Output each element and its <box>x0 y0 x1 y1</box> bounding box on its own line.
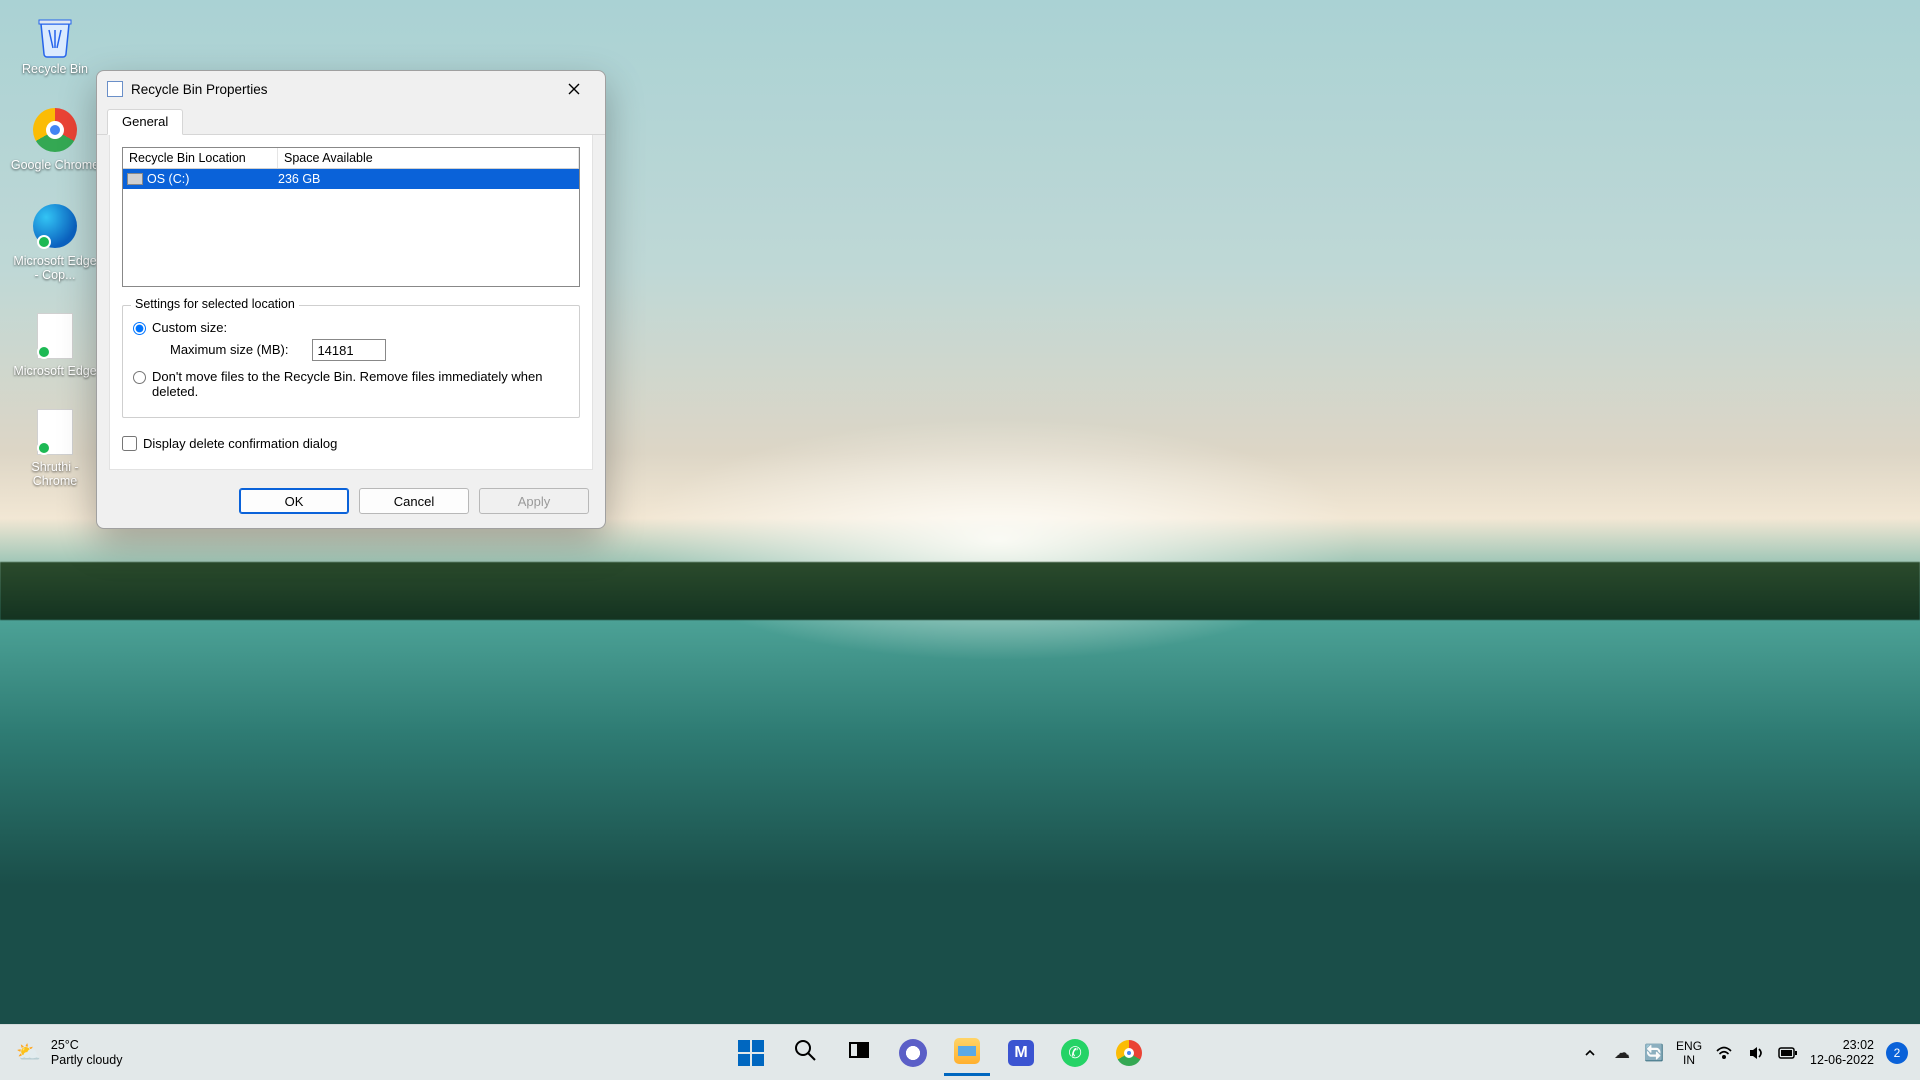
radio-dont-move-row: Don't move files to the Recycle Bin. Rem… <box>133 365 569 403</box>
apply-button: Apply <box>479 488 589 514</box>
taskbar-app-teams[interactable] <box>890 1030 936 1076</box>
confirm-label: Display delete confirmation dialog <box>143 436 337 451</box>
list-header: Recycle Bin Location Space Available <box>123 148 579 169</box>
confirm-checkbox-row: Display delete confirmation dialog <box>122 436 580 451</box>
recycle-bin-properties-dialog: Recycle Bin Properties General Recycle B… <box>96 70 606 529</box>
group-legend: Settings for selected location <box>131 297 299 311</box>
col-space[interactable]: Space Available <box>278 148 579 168</box>
recycle-bin-small-icon <box>107 81 123 97</box>
confirm-checkbox[interactable] <box>122 436 137 451</box>
tray-icon-update[interactable]: 🔄 <box>1644 1043 1664 1063</box>
custom-size-label: Custom size: <box>152 320 569 335</box>
tray-icon-onedrive[interactable]: ☁ <box>1612 1043 1632 1063</box>
desktop-icon-label: Microsoft Edge <box>13 364 96 378</box>
clock-date: 12-06-2022 <box>1810 1053 1874 1068</box>
max-size-input[interactable] <box>312 339 386 361</box>
weather-desc: Partly cloudy <box>51 1053 123 1068</box>
desktop-icon-label: Microsoft Edge - Cop... <box>10 254 100 282</box>
max-size-label: Maximum size (MB): <box>170 342 288 357</box>
desktop-icon-shruthi-chrome[interactable]: Shruthi - Chrome <box>10 408 100 488</box>
cancel-button[interactable]: Cancel <box>359 488 469 514</box>
taskbar-clock[interactable]: 23:02 12-06-2022 <box>1810 1038 1874 1068</box>
taskbar-weather[interactable]: ⛅ 25°C Partly cloudy <box>0 1038 300 1068</box>
wifi-icon[interactable] <box>1714 1043 1734 1063</box>
windows-logo-icon <box>738 1040 764 1066</box>
tab-general[interactable]: General <box>107 109 183 135</box>
app-icon: M <box>1008 1040 1034 1066</box>
document-icon <box>31 312 79 360</box>
desktop-icon-label: Google Chrome <box>11 158 99 172</box>
dialog-buttons: OK Cancel Apply <box>97 480 605 528</box>
taskbar-app-chrome[interactable] <box>1106 1030 1152 1076</box>
list-row-os-c[interactable]: OS (C:) 236 GB <box>123 169 579 189</box>
task-view-icon <box>847 1038 871 1067</box>
document-icon <box>31 408 79 456</box>
battery-icon[interactable] <box>1778 1043 1798 1063</box>
close-button[interactable] <box>551 74 597 104</box>
taskbar-right: ☁ 🔄 ENG IN 23:02 12-06-2022 2 <box>1580 1038 1920 1068</box>
row-space: 236 GB <box>278 172 579 186</box>
dialog-panel: Recycle Bin Location Space Available OS … <box>109 135 593 470</box>
tray-overflow-button[interactable] <box>1580 1043 1600 1063</box>
start-button[interactable] <box>728 1030 774 1076</box>
dialog-title: Recycle Bin Properties <box>131 82 551 97</box>
search-button[interactable] <box>782 1030 828 1076</box>
desktop-icons: Recycle Bin Google Chrome Microsoft Edge… <box>10 10 100 518</box>
settings-group: Settings for selected location Custom si… <box>122 305 580 418</box>
dont-move-label: Don't move files to the Recycle Bin. Rem… <box>152 369 569 399</box>
desktop-icon-ms-edge-doc[interactable]: Microsoft Edge <box>10 312 100 378</box>
radio-custom-size-row: Custom size: Maximum size (MB): <box>133 316 569 365</box>
desktop-icon-label: Recycle Bin <box>22 62 88 76</box>
desktop[interactable]: Recycle Bin Google Chrome Microsoft Edge… <box>0 0 1920 1080</box>
volume-icon[interactable] <box>1746 1043 1766 1063</box>
lang-top: ENG <box>1676 1039 1702 1053</box>
taskbar-app-whatsapp[interactable]: ✆ <box>1052 1030 1098 1076</box>
taskbar: ⛅ 25°C Partly cloudy M ✆ ☁ 🔄 ENG IN <box>0 1024 1920 1080</box>
radio-custom-size[interactable] <box>133 322 146 335</box>
tab-strip: General <box>97 107 605 135</box>
whatsapp-icon: ✆ <box>1061 1039 1089 1067</box>
desktop-icon-recycle-bin[interactable]: Recycle Bin <box>10 10 100 76</box>
wallpaper-trees <box>0 562 1920 620</box>
recycle-bin-icon <box>31 10 79 58</box>
desktop-icon-edge-copy[interactable]: Microsoft Edge - Cop... <box>10 202 100 282</box>
search-icon <box>793 1038 817 1067</box>
taskbar-center: M ✆ <box>300 1030 1580 1076</box>
lang-bottom: IN <box>1676 1053 1702 1067</box>
language-switcher[interactable]: ENG IN <box>1676 1039 1702 1067</box>
chrome-icon <box>31 106 79 154</box>
location-list[interactable]: Recycle Bin Location Space Available OS … <box>122 147 580 287</box>
task-view-button[interactable] <box>836 1030 882 1076</box>
file-explorer-icon <box>954 1038 980 1064</box>
taskbar-app-explorer[interactable] <box>944 1030 990 1076</box>
desktop-icon-label: Shruthi - Chrome <box>10 460 100 488</box>
ok-button[interactable]: OK <box>239 488 349 514</box>
edge-icon <box>31 202 79 250</box>
notification-count: 2 <box>1894 1046 1901 1060</box>
weather-icon: ⛅ <box>16 1040 41 1065</box>
radio-dont-move[interactable] <box>133 371 146 384</box>
notifications-button[interactable]: 2 <box>1886 1042 1908 1064</box>
drive-icon <box>127 173 143 185</box>
col-location[interactable]: Recycle Bin Location <box>123 148 278 168</box>
chrome-icon <box>1116 1040 1142 1066</box>
clock-time: 23:02 <box>1810 1038 1874 1053</box>
row-location: OS (C:) <box>147 172 189 186</box>
teams-icon <box>899 1039 927 1067</box>
dialog-titlebar[interactable]: Recycle Bin Properties <box>97 71 605 107</box>
taskbar-app-generic[interactable]: M <box>998 1030 1044 1076</box>
desktop-icon-chrome[interactable]: Google Chrome <box>10 106 100 172</box>
weather-temp: 25°C <box>51 1038 123 1053</box>
